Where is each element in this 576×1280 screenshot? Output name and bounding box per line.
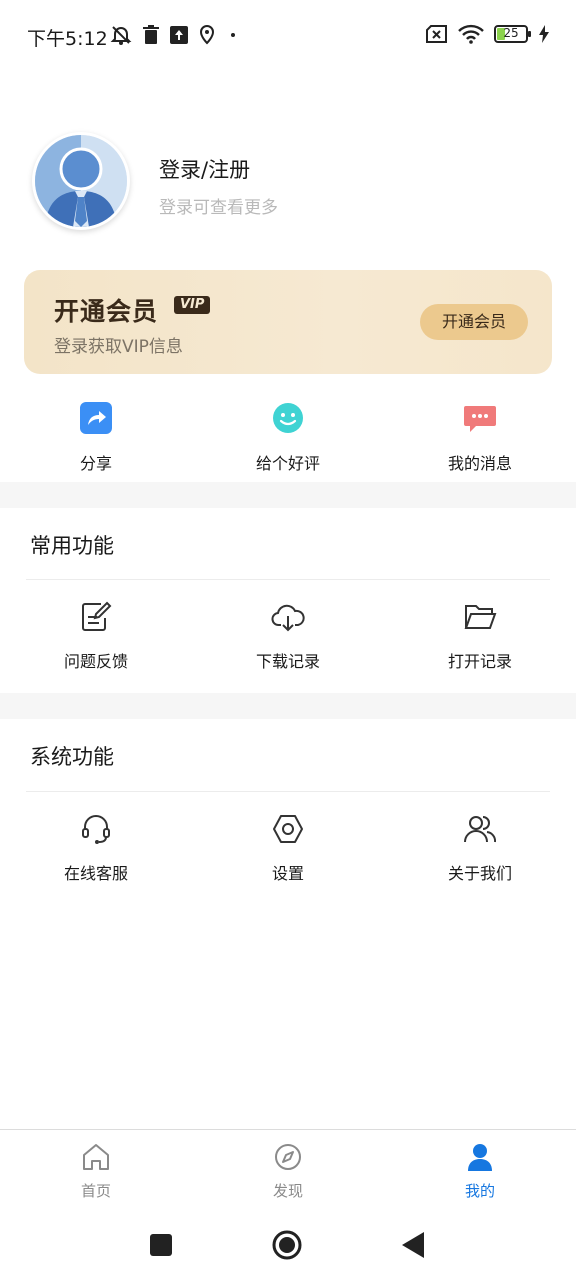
vip-title: 开通会员: [54, 297, 159, 326]
folder-icon: [464, 605, 497, 629]
feedback-item[interactable]: 问题反馈: [0, 600, 192, 680]
download-record-item[interactable]: 下载记录: [192, 600, 384, 680]
no-sim-icon: [426, 25, 447, 43]
nav-home-label: 首页: [80, 1182, 111, 1200]
common-grid: 问题反馈 下载记录 打开记录: [0, 600, 576, 680]
vip-badge: VIP: [174, 296, 211, 314]
status-time: 下午5:12: [27, 28, 108, 50]
feedback-label: 问题反馈: [63, 652, 128, 671]
divider: [26, 791, 550, 792]
status-icons-right: 25: [426, 24, 550, 44]
nav-mine[interactable]: 我的: [384, 1130, 576, 1209]
login-register-title[interactable]: 登录/注册: [159, 154, 250, 184]
smile-icon: [273, 403, 303, 433]
customer-service-label: 在线客服: [63, 864, 128, 883]
cloud-download-icon: [271, 604, 305, 632]
quick-share-label: 分享: [79, 454, 112, 473]
feedback-icon: [82, 601, 112, 631]
quick-actions: 分享 给个好评 我的消息: [0, 398, 576, 478]
recents-square-icon[interactable]: [150, 1234, 172, 1256]
quick-rate-label: 给个好评: [255, 454, 320, 473]
message-icon: [464, 406, 496, 432]
open-vip-button[interactable]: 开通会员: [420, 304, 528, 340]
mute-bell-icon: [110, 26, 132, 45]
login-hint: 登录可查看更多: [159, 198, 278, 218]
home-icon: [83, 1144, 109, 1170]
status-icons-left: [110, 24, 240, 46]
section-gap: [0, 482, 576, 508]
system-grid: 在线客服 设置 关于我们: [0, 812, 576, 892]
person-icon: [468, 1144, 492, 1171]
divider: [26, 579, 550, 580]
headset-icon: [82, 815, 110, 844]
section-gap: [0, 693, 576, 719]
nav-mine-label: 我的: [464, 1182, 495, 1200]
vip-subtitle: 登录获取VIP信息: [54, 337, 183, 357]
default-avatar-icon: [35, 135, 127, 227]
quick-messages-label: 我的消息: [447, 454, 512, 473]
settings-label: 设置: [271, 864, 304, 883]
home-circle-icon[interactable]: [272, 1230, 302, 1260]
quick-messages[interactable]: 我的消息: [384, 398, 576, 478]
battery-percent: 25: [503, 26, 519, 40]
download-record-label: 下载记录: [255, 652, 320, 671]
common-section-title: 常用功能: [30, 534, 114, 558]
charging-icon: [539, 25, 549, 43]
system-section-title: 系统功能: [30, 745, 114, 769]
nav-home[interactable]: 首页: [0, 1130, 192, 1209]
vip-card[interactable]: 开通会员 VIP 登录获取VIP信息 开通会员: [24, 270, 552, 374]
status-bar: 下午5:12 25: [0, 0, 576, 72]
profile-header[interactable]: 登录/注册 登录可查看更多: [32, 132, 552, 232]
location-icon: [199, 25, 215, 45]
share-icon: [80, 402, 112, 434]
dot-icon: [231, 33, 235, 37]
back-triangle-icon[interactable]: [402, 1232, 424, 1258]
avatar[interactable]: [32, 132, 130, 230]
trash-icon: [143, 25, 159, 44]
system-nav-bar: [0, 1210, 576, 1280]
compass-icon: [275, 1144, 301, 1170]
wifi-icon: [458, 24, 484, 44]
upload-icon: [170, 26, 188, 44]
about-us-label: 关于我们: [447, 864, 512, 883]
customer-service-item[interactable]: 在线客服: [0, 812, 192, 892]
quick-rate[interactable]: 给个好评: [192, 398, 384, 478]
quick-share[interactable]: 分享: [0, 398, 192, 478]
open-record-item[interactable]: 打开记录: [384, 600, 576, 680]
about-us-item[interactable]: 关于我们: [384, 812, 576, 892]
users-icon: [464, 816, 497, 843]
open-record-label: 打开记录: [447, 652, 512, 671]
hexagon-settings-icon: [273, 815, 303, 843]
nav-discover[interactable]: 发现: [192, 1130, 384, 1209]
settings-item[interactable]: 设置: [192, 812, 384, 892]
battery-icon: 25: [494, 25, 531, 43]
bottom-nav: 首页 发现 我的: [0, 1129, 576, 1209]
nav-discover-label: 发现: [272, 1182, 303, 1200]
